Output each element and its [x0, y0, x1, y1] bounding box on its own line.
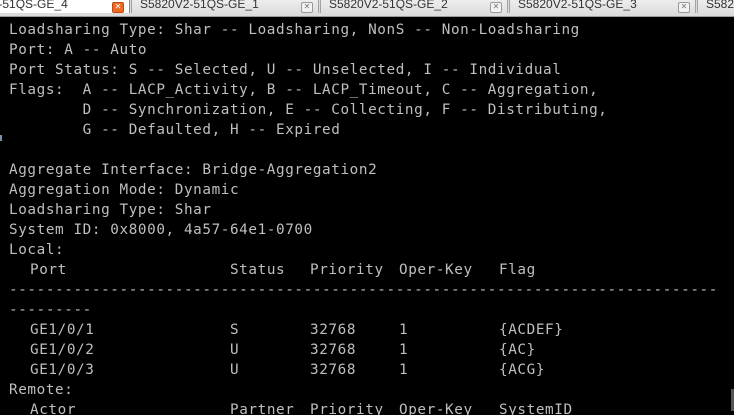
close-icon[interactable]: ✕ [301, 2, 313, 13]
legend-loadsharing: Loadsharing Type: Shar -- Loadsharing, N… [9, 22, 580, 38]
tab-label: S5820V2-51QS-GE_3 [518, 0, 637, 11]
port-status: U [230, 362, 240, 378]
legend-flags: Flags: A -- LACP_Activity, B -- LACP_Tim… [9, 82, 599, 98]
col-system-id: SystemID [499, 402, 573, 415]
port-status: S [230, 322, 240, 338]
remote-table-header: Actor Partner Priority Oper-Key SystemID [0, 400, 734, 415]
local-label: Local: [9, 242, 65, 258]
tab-label: S5820V2-51QS-GE_1 [140, 0, 259, 11]
port-flag: {ACG} [499, 362, 546, 378]
system-id: System ID: 0x8000, 4a57-64e1-0700 [9, 222, 313, 238]
port-flag: {AC} [499, 342, 536, 358]
legend-port: Port: A -- Auto [9, 42, 148, 58]
col-port: Port [30, 262, 67, 278]
tab-label: S5820V2-51QS-GE_2 [329, 0, 448, 11]
port-flag: {ACDEF} [499, 322, 564, 338]
port-oper-key: 1 [399, 322, 409, 338]
separator-wrap: --------- [9, 302, 92, 318]
col-priority: Priority [310, 262, 384, 278]
aggregation-mode: Aggregation Mode: Dynamic [9, 182, 240, 198]
col-flag: Flag [499, 262, 536, 278]
col-oper-key: Oper-Key [399, 262, 473, 278]
legend-flags-cont: D -- Synchronization, E -- Collecting, F… [9, 102, 608, 118]
tab-label: S5820V2-51QS-GE_5 [706, 0, 734, 11]
col-actor: Actor [30, 402, 77, 415]
port-oper-key: 1 [399, 362, 409, 378]
close-icon[interactable]: ✕ [678, 2, 690, 13]
port-priority: 32768 [310, 322, 357, 338]
close-icon[interactable]: ✕ [490, 2, 502, 13]
col-oper-key: Oper-Key [399, 402, 473, 415]
tab-session-ge2[interactable]: S5820V2-51QS-GE_2 ✕ [320, 0, 508, 13]
port-status: U [230, 342, 240, 358]
session-tab-bar: S5820V2-51QS-GE_4 ✕ S5820V2-51QS-GE_1 ✕ … [0, 0, 734, 17]
table-row: GE1/0/1 S 32768 1 {ACDEF} [0, 320, 734, 340]
window-edge-mark [0, 135, 2, 141]
aggregate-interface: Aggregate Interface: Bridge-Aggregation2 [9, 162, 378, 178]
port-name: GE1/0/2 [30, 342, 95, 358]
port-oper-key: 1 [399, 342, 409, 358]
close-icon[interactable]: ✕ [112, 2, 124, 13]
separator-line: ----------------------------------------… [9, 282, 719, 298]
table-row: GE1/0/3 U 32768 1 {ACG} [0, 360, 734, 380]
loadsharing-type: Loadsharing Type: Shar [9, 202, 212, 218]
local-table-header: Port Status Priority Oper-Key Flag [0, 260, 734, 280]
col-status: Status [230, 262, 286, 278]
legend-flags-cont: G -- Defaulted, H -- Expired [9, 122, 341, 138]
tab-session-ge4[interactable]: S5820V2-51QS-GE_4 ✕ [0, 0, 130, 13]
tab-session-ge1[interactable]: S5820V2-51QS-GE_1 ✕ [131, 0, 319, 13]
table-row: GE1/0/2 U 32768 1 {AC} [0, 340, 734, 360]
port-name: GE1/0/3 [30, 362, 95, 378]
port-name: GE1/0/1 [30, 322, 95, 338]
tab-label: S5820V2-51QS-GE_4 [0, 0, 68, 11]
legend-port-status: Port Status: S -- Selected, U -- Unselec… [9, 62, 562, 78]
col-partner: Partner [230, 402, 295, 415]
col-priority: Priority [310, 402, 384, 415]
remote-label: Remote: [9, 382, 74, 398]
tab-session-ge5[interactable]: S5820V2-51QS-GE_5 [697, 0, 734, 13]
port-priority: 32768 [310, 342, 357, 358]
tab-session-ge3[interactable]: S5820V2-51QS-GE_3 ✕ [509, 0, 696, 13]
port-priority: 32768 [310, 362, 357, 378]
terminal-output[interactable]: Loadsharing Type: Shar -- Loadsharing, N… [0, 17, 734, 415]
